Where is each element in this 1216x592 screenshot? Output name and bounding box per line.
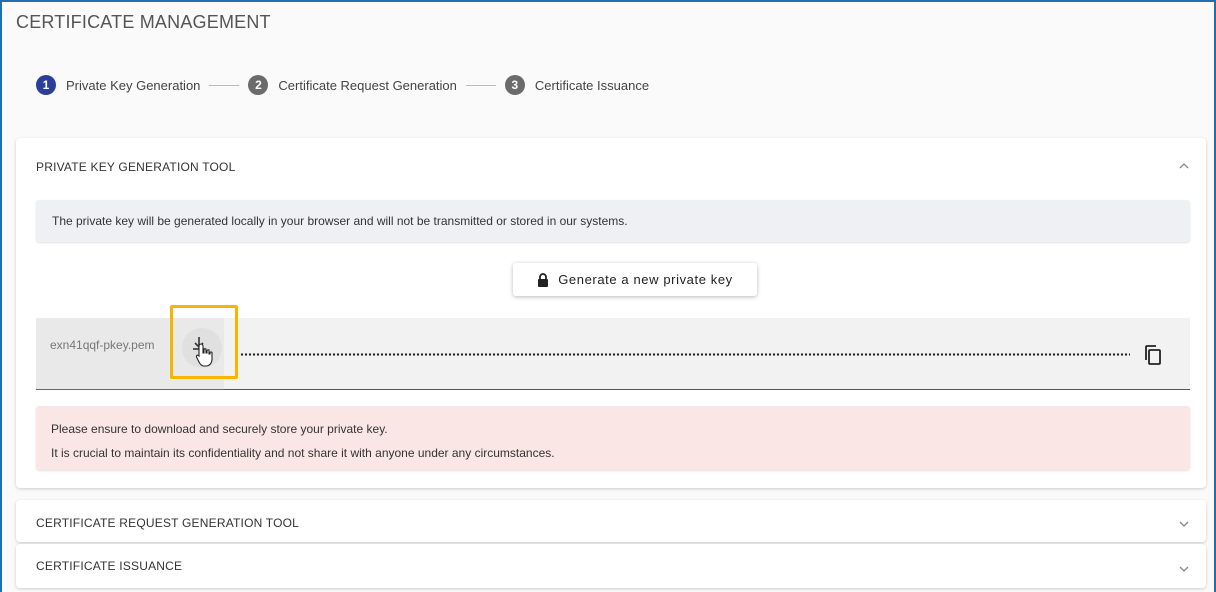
- info-notice: The private key will be generated locall…: [36, 200, 1190, 242]
- panel-title: CERTIFICATE ISSUANCE: [36, 559, 183, 573]
- certificate-issuance-panel[interactable]: CERTIFICATE ISSUANCE: [16, 544, 1206, 588]
- security-warning: Please ensure to download and securely s…: [36, 406, 1190, 470]
- panel-title: PRIVATE KEY GENERATION TOOL: [36, 160, 236, 174]
- step-private-key-generation[interactable]: 1 Private Key Generation: [36, 75, 200, 95]
- stepper: 1 Private Key Generation 2 Certificate R…: [36, 74, 649, 96]
- step-number: 2: [248, 75, 269, 95]
- step-connector: [465, 84, 496, 86]
- step-number: 3: [504, 75, 525, 95]
- step-certificate-request-generation[interactable]: 2 Certificate Request Generation: [248, 75, 457, 95]
- copy-icon[interactable]: [1140, 342, 1166, 368]
- download-highlight-box: [170, 305, 238, 379]
- chevron-down-icon[interactable]: [1178, 518, 1190, 530]
- step-label: Private Key Generation: [66, 77, 201, 93]
- key-filename: exn41qqf-pkey.pem: [50, 338, 155, 352]
- chevron-down-icon[interactable]: [1178, 563, 1190, 575]
- certificate-request-panel[interactable]: CERTIFICATE REQUEST GENERATION TOOL: [16, 500, 1206, 542]
- private-key-panel-header[interactable]: PRIVATE KEY GENERATION TOOL: [16, 138, 1206, 194]
- step-certificate-issuance[interactable]: 3 Certificate Issuance: [504, 75, 650, 95]
- step-number: 1: [36, 75, 56, 95]
- step-label: Certificate Issuance: [534, 77, 650, 93]
- private-key-field: exn41qqf-pkey.pem: [36, 305, 1190, 390]
- page-title: CERTIFICATE MANAGEMENT: [16, 12, 271, 32]
- step-label: Certificate Request Generation: [278, 77, 457, 93]
- masked-key-content: [240, 353, 1130, 356]
- step-connector: [209, 84, 240, 86]
- private-key-panel: PRIVATE KEY GENERATION TOOL The private …: [16, 138, 1206, 488]
- warning-line: Please ensure to download and securely s…: [51, 422, 388, 436]
- lock-icon: [538, 272, 549, 287]
- generate-private-key-button[interactable]: Generate a new private key: [513, 263, 757, 296]
- generate-button-label: Generate a new private key: [558, 272, 733, 287]
- panel-title: CERTIFICATE REQUEST GENERATION TOOL: [36, 516, 300, 530]
- warning-line: It is crucial to maintain its confidenti…: [51, 446, 555, 460]
- chevron-up-icon[interactable]: [1178, 160, 1190, 172]
- page-frame: CERTIFICATE MANAGEMENT 1 Private Key Gen…: [0, 0, 1216, 592]
